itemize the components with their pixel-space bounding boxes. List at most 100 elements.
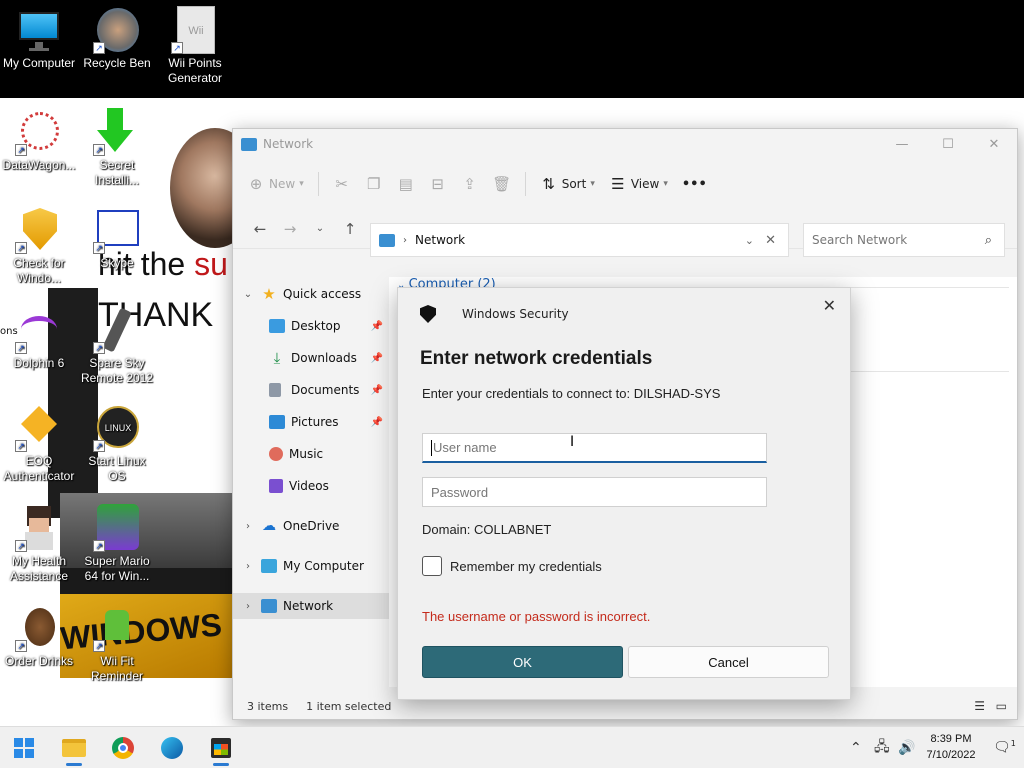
desktop-icon-super-mario[interactable]: ↗ Super Mario 64 for Win... [78, 504, 156, 584]
linux-icon: LINUX ↗ [93, 404, 141, 452]
remember-checkbox[interactable] [422, 556, 442, 576]
close-window-button[interactable]: ✕ [971, 129, 1017, 159]
rename-button[interactable]: ⊟ [429, 175, 447, 193]
pin-icon[interactable]: 📌 [371, 321, 383, 332]
trash-icon: 🗑 [492, 175, 512, 193]
desktop-icon-dolphin[interactable]: ↗ Dolphin 6 [0, 306, 78, 371]
tray-volume[interactable]: 🔊 [898, 727, 915, 768]
sidebar-item-onedrive[interactable]: › ☁ OneDrive [233, 513, 389, 539]
desktop-icon-label: Order Drinks [4, 654, 73, 668]
chevron-down-icon[interactable]: ⌄ [745, 234, 754, 247]
taskbar-clock[interactable]: 8:39 PM 7/10/2022 [920, 731, 982, 763]
pin-icon[interactable]: 📌 [371, 353, 383, 364]
desktop-icon-label: My Computer [2, 56, 76, 70]
network-icon [241, 137, 257, 151]
start-button[interactable] [8, 733, 40, 763]
window-controls: — ☐ ✕ [879, 129, 1017, 159]
clock-time: 8:39 PM [930, 733, 972, 745]
recent-locations-button[interactable]: ⌄ [305, 223, 335, 234]
desktop-icon-datawagon[interactable]: ↗ DataWagon... [0, 108, 78, 173]
chevron-down-icon: ⌄ [315, 223, 325, 234]
close-dialog-button[interactable]: ✕ [823, 296, 836, 315]
window-title: Network [263, 137, 314, 151]
sort-icon: ⇅ [542, 175, 555, 193]
desktop-icon-label: Secret Installi... [94, 158, 139, 187]
maximize-button[interactable]: ☐ [925, 129, 971, 159]
sidebar-item-my-computer[interactable]: › My Computer [233, 553, 389, 579]
desktop-icon-start-linux[interactable]: LINUX ↗ Start Linux OS [78, 404, 156, 484]
desktop-icon-check-for-windows[interactable]: ↗ Check for Windo... [0, 206, 78, 286]
chevron-right-icon[interactable]: › [241, 521, 255, 532]
password-field[interactable]: Password [422, 477, 767, 507]
sidebar-item-desktop[interactable]: Desktop 📌 [233, 313, 389, 339]
taskbar-store[interactable] [205, 733, 237, 766]
plus-icon: ⊕ [249, 175, 263, 193]
up-button[interactable]: ↑ [335, 220, 365, 238]
desktop-icon-wii-fit[interactable]: ↗ Wii Fit Reminder [78, 604, 156, 684]
new-button[interactable]: ⊕ New ▾ [247, 175, 304, 193]
monitor-icon [15, 6, 63, 54]
sidebar-item-music[interactable]: Music [233, 441, 389, 467]
more-options-button[interactable]: ••• [682, 177, 707, 192]
copy-button[interactable]: ❐ [365, 175, 383, 193]
view-button[interactable]: ☰ View ▾ [609, 175, 668, 193]
desktop-icon-wii-points[interactable]: Wii ↗ Wii Points Generator [156, 6, 234, 86]
address-bar[interactable]: › Network ⌄ ✕ [370, 223, 789, 257]
desktop-icon-order-drinks[interactable]: ↗ Order Drinks [0, 604, 78, 669]
desktop-icon-label: Wii Fit Reminder [90, 654, 144, 683]
sidebar-item-videos[interactable]: Videos [233, 473, 389, 499]
username-field[interactable]: User name [422, 433, 767, 463]
notification-center-button[interactable]: 🗨1 [993, 739, 1016, 756]
remember-credentials-row[interactable]: Remember my credentials [422, 556, 602, 576]
paste-button[interactable]: ▤ [397, 175, 415, 193]
show-hidden-icons-button[interactable]: ⌃ [850, 727, 862, 768]
details-view-icon[interactable]: ☰ [974, 699, 985, 713]
videos-icon [269, 479, 283, 493]
search-input[interactable]: Search Network ⌕ [803, 223, 1005, 257]
tray-network-status[interactable]: 🖧 [874, 727, 890, 768]
desktop-icon-my-computer[interactable]: My Computer [0, 6, 78, 71]
delete-button[interactable]: 🗑 [492, 175, 512, 193]
ok-button[interactable]: OK [422, 646, 623, 678]
desktop-icon-secret-installer[interactable]: ↗ Secret Installi... [78, 108, 156, 188]
desktop-icon-skype[interactable]: ↗ Skype [78, 206, 156, 271]
desktop-icon-spare-sky-remote[interactable]: ↗ Spare Sky Remote 2012 [78, 306, 156, 386]
chevron-right-icon[interactable]: › [241, 561, 255, 572]
coffee-icon: ↗ [15, 604, 63, 652]
back-button[interactable]: ← [245, 220, 275, 238]
desktop-folder-icon [269, 319, 285, 333]
desktop-icon-recycle-ben[interactable]: ↗ Recycle Ben [78, 6, 156, 71]
dialog-app-name: Windows Security [462, 307, 569, 321]
taskbar-chrome[interactable] [107, 733, 139, 763]
desktop-icon-my-health[interactable]: ↗ My Health Assistance [0, 504, 78, 584]
sidebar-item-network[interactable]: › Network [233, 593, 389, 619]
forward-button[interactable]: → [275, 220, 305, 238]
chevron-down-icon[interactable]: ⌄ [241, 289, 255, 300]
pin-icon[interactable]: 📌 [371, 385, 383, 396]
credentials-dialog: Windows Security ✕ Enter network credent… [397, 287, 851, 700]
breadcrumb[interactable]: Network [415, 233, 465, 247]
large-icons-view-icon[interactable]: ▭ [996, 699, 1007, 713]
minimize-button[interactable]: — [879, 129, 925, 159]
share-button[interactable]: ⇪ [461, 175, 479, 193]
arrow-right-icon: → [283, 219, 297, 238]
cancel-button[interactable]: Cancel [628, 646, 829, 678]
taskbar-edge[interactable] [156, 733, 188, 763]
copy-icon: ❐ [366, 175, 381, 193]
remember-label[interactable]: Remember my credentials [450, 559, 602, 574]
taskbar-file-explorer[interactable] [58, 733, 90, 766]
arrow-up-icon: ↑ [343, 219, 357, 238]
sidebar-item-downloads[interactable]: ⤓ Downloads 📌 [233, 345, 389, 371]
pin-icon[interactable]: 📌 [371, 417, 383, 428]
sidebar-item-documents[interactable]: Documents 📌 [233, 377, 389, 403]
desktop-icon-eoq-authenticator[interactable]: ↗ EOQ Authenticator [0, 404, 78, 484]
cut-button[interactable]: ✂ [333, 175, 351, 193]
sort-button[interactable]: ⇅ Sort ▾ [540, 175, 594, 193]
desktop-icon-label: Dolphin 6 [13, 356, 65, 370]
chevron-right-icon[interactable]: › [241, 601, 255, 612]
navigation-pane: ⌄ ★ Quick access Desktop 📌 ⤓ Downloads 📌… [233, 277, 389, 687]
close-icon[interactable]: ✕ [765, 233, 776, 248]
arrow-left-icon: ← [253, 219, 267, 238]
sidebar-item-quick-access[interactable]: ⌄ ★ Quick access [233, 281, 389, 307]
sidebar-item-pictures[interactable]: Pictures 📌 [233, 409, 389, 435]
